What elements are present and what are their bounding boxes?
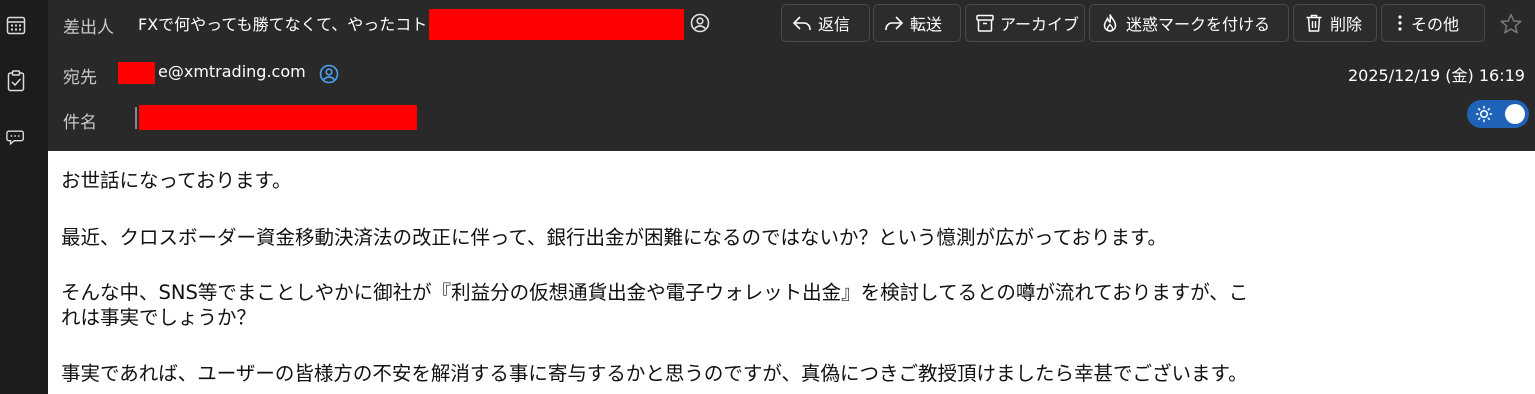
archive-icon	[975, 12, 995, 34]
trash-icon	[1303, 12, 1325, 34]
body-paragraph-2-line-2: れは事実でしょうか？	[61, 306, 257, 329]
chat-icon[interactable]	[6, 127, 26, 149]
archive-label: アーカイブ	[1000, 15, 1080, 34]
dark-mode-toggle[interactable]	[1467, 100, 1529, 128]
contact-card-icon[interactable]	[690, 13, 710, 37]
forward-button[interactable]: 転送	[873, 4, 961, 42]
body-paragraph-2-line-1: そんな中、SNS等でまことしやかに御社が『利益分の仮想通貨出金や電子ウォレット出…	[61, 281, 1249, 304]
junk-label: 迷惑マークを付ける	[1126, 15, 1271, 34]
to-label: 宛先	[63, 68, 97, 88]
more-label: その他	[1411, 15, 1460, 34]
received-date: 2025/12/19 (金) 16:19	[1348, 66, 1525, 85]
body-greeting: お世話になっております。	[61, 169, 292, 192]
star-icon[interactable]	[1499, 12, 1523, 40]
subject-text-marker	[135, 107, 137, 129]
toggle-knob	[1505, 104, 1525, 124]
redaction-recipient	[118, 62, 155, 84]
body-paragraph-1: 最近、クロスボーダー資金移動決済法の改正に伴って、銀行出金が困難になるのではない…	[61, 226, 1168, 249]
from-label: 差出人	[63, 18, 114, 38]
body-paragraph-3: 事実であれば、ユーザーの皆様方の不安を解消する事に寄与するかと思うのですが、真偽…	[61, 362, 1248, 385]
subject-label: 件名	[63, 113, 97, 133]
archive-button[interactable]: アーカイブ	[965, 4, 1085, 42]
message-header: 差出人 FXで何やっても勝てなくて、やったコト 返信 転送 アーカイブ 迷惑マー…	[48, 0, 1535, 151]
recipient-contact-icon[interactable]	[319, 64, 339, 88]
reply-icon	[791, 12, 813, 34]
forward-icon	[883, 12, 905, 34]
reply-button[interactable]: 返信	[781, 4, 870, 42]
calendar-icon[interactable]	[6, 14, 26, 36]
clipboard-check-icon[interactable]	[6, 70, 26, 92]
left-rail	[0, 0, 48, 394]
flame-icon	[1099, 12, 1121, 34]
more-vertical-icon	[1394, 12, 1406, 34]
redaction-sender	[429, 9, 684, 40]
forward-label: 転送	[910, 15, 943, 34]
recipient-address[interactable]: e@xmtrading.com	[158, 62, 306, 81]
more-button[interactable]: その他	[1381, 4, 1485, 42]
delete-label: 削除	[1330, 15, 1363, 34]
delete-button[interactable]: 削除	[1293, 4, 1377, 42]
junk-button[interactable]: 迷惑マークを付ける	[1089, 4, 1289, 42]
redaction-subject	[139, 105, 417, 130]
message-body: お世話になっております。 最近、クロスボーダー資金移動決済法の改正に伴って、銀行…	[48, 151, 1535, 394]
sender-name[interactable]: FXで何やっても勝てなくて、やったコト	[138, 11, 427, 35]
sun-icon	[1475, 105, 1493, 127]
reply-label: 返信	[818, 15, 851, 34]
